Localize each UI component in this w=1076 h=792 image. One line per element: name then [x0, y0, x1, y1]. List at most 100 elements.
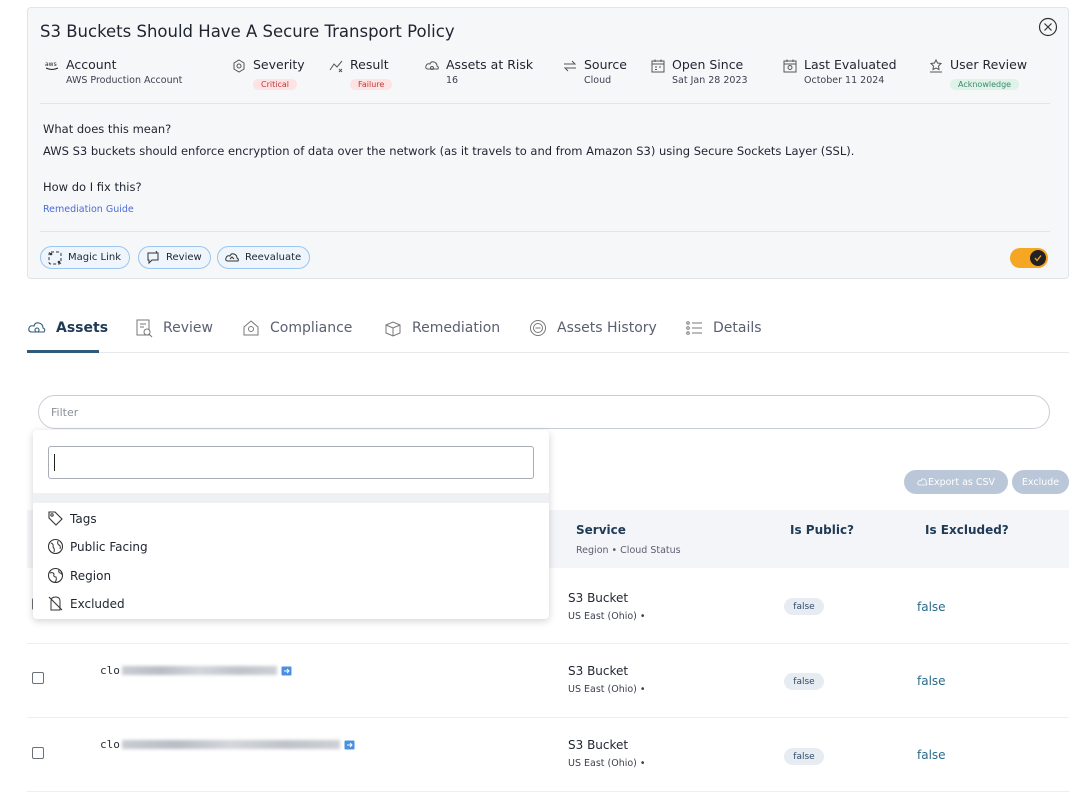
review-label: Review [166, 252, 202, 263]
tab-details-label: Details [713, 320, 762, 336]
meta-open-since-value: Sat Jan 28 2023 [672, 75, 748, 86]
source-icon [563, 60, 577, 72]
meta-user-review: User Review Acknowledge [928, 58, 1027, 91]
row-asset-name[interactable]: clo [100, 738, 355, 751]
remediation-guide-link[interactable]: Remediation Guide [43, 204, 134, 215]
reevaluate-button[interactable]: Reevaluate [217, 246, 311, 269]
user-review-icon [929, 58, 943, 73]
tab-compliance[interactable]: Compliance [241, 316, 352, 340]
result-icon [329, 60, 343, 73]
tab-bar: Assets Review Compliance Remediation Ass… [27, 316, 1069, 353]
header-is-public[interactable]: Is Public? [790, 523, 854, 537]
globe-icon [47, 538, 64, 555]
export-csv-button[interactable]: Export as CSV [904, 470, 1008, 494]
row-checkbox[interactable] [32, 747, 44, 759]
region-globe-icon [47, 567, 64, 584]
magic-link-icon [48, 251, 62, 264]
text-caret [54, 454, 55, 471]
divider [40, 103, 1050, 104]
remediation-icon [385, 321, 401, 337]
meta-last-evaluated-label: Last Evaluated [804, 57, 897, 72]
tab-remediation[interactable]: Remediation [383, 316, 500, 340]
list-icon [686, 321, 702, 335]
meta-last-evaluated-value: October 11 2024 [804, 75, 885, 86]
row-region: US East (Ohio) • [568, 758, 646, 769]
assets-icon [28, 322, 46, 333]
review-button[interactable]: Review [138, 246, 211, 269]
dropdown-item-tags[interactable]: Tags [47, 510, 97, 527]
question-how-do-i-fix: How do I fix this? [43, 180, 142, 194]
row-is-public-badge: false [784, 598, 824, 615]
meta-open-since-label: Open Since [672, 57, 744, 72]
history-icon [530, 320, 546, 336]
dropdown-item-region[interactable]: Region [47, 567, 111, 584]
meta-last-evaluated: Last Evaluated October 11 2024 [782, 58, 897, 87]
row-service: S3 Bucket [568, 591, 629, 605]
meta-user-review-label: User Review [950, 57, 1028, 72]
severity-badge: Critical [253, 79, 297, 90]
row-asset-name-prefix: clo [100, 738, 120, 751]
external-link-icon[interactable] [344, 740, 355, 750]
meta-result: Result Failure [328, 57, 393, 91]
result-badge: Failure [350, 79, 393, 90]
divider [40, 231, 1050, 232]
external-link-icon[interactable] [281, 666, 292, 676]
calendar-icon [651, 59, 665, 73]
tab-details[interactable]: Details [684, 316, 762, 340]
dropdown-item-label: Public Facing [70, 539, 148, 554]
exclude-button[interactable]: Exclude [1012, 470, 1069, 494]
tab-assets-history-label: Assets History [557, 320, 657, 336]
tab-assets[interactable]: Assets [27, 316, 108, 340]
reevaluate-label: Reevaluate [245, 252, 302, 263]
dropdown-item-public-facing[interactable]: Public Facing [47, 538, 148, 555]
tab-compliance-label: Compliance [270, 320, 353, 336]
close-icon[interactable] [1038, 17, 1058, 37]
cloud-upload-icon [917, 478, 928, 486]
aws-icon: aws [45, 61, 59, 70]
meta-account-label: Account [66, 57, 117, 72]
dropdown-separator [33, 493, 549, 503]
meta-result-label: Result [350, 57, 389, 72]
dropdown-item-label: Tags [70, 511, 97, 526]
reevaluate-icon [225, 252, 239, 261]
row-asset-name[interactable]: clo [100, 664, 292, 677]
filter-input[interactable]: Filter [38, 395, 1050, 429]
magic-link-button[interactable]: Magic Link [40, 246, 131, 269]
row-region: US East (Ohio) • [568, 611, 646, 622]
header-service-sub: Region • Cloud Status [576, 545, 681, 556]
tab-review-label: Review [163, 320, 213, 336]
check-icon [1034, 255, 1042, 262]
table-row[interactable]: clo S3 Bucket US East (Ohio) • false fal… [27, 718, 1069, 792]
calendar-search-icon [783, 59, 797, 73]
severity-icon [233, 59, 245, 73]
meta-source-label: Source [584, 57, 627, 72]
row-is-public-badge: false [784, 748, 824, 765]
toggle-knob [1030, 250, 1046, 266]
tab-assets-history[interactable]: Assets History [528, 316, 657, 340]
cloud-icon [425, 61, 439, 70]
header-service[interactable]: Service [576, 523, 626, 537]
meta-assets-at-risk: Assets at Risk 16 [424, 58, 533, 87]
review-document-icon [136, 319, 153, 338]
svg-text:aws: aws [45, 61, 57, 68]
table-row[interactable]: clo S3 Bucket US East (Ohio) • false fal… [27, 644, 1069, 718]
redacted-text [121, 666, 277, 675]
compliance-icon [243, 320, 259, 336]
header-is-excluded[interactable]: Is Excluded? [925, 523, 1009, 537]
meta-account-value: AWS Production Account [66, 75, 183, 86]
export-csv-label: Export as CSV [927, 476, 996, 488]
filter-dropdown-search-input[interactable] [48, 446, 534, 479]
status-toggle[interactable] [1010, 248, 1048, 268]
row-region: US East (Ohio) • [568, 684, 646, 695]
row-is-public-badge: false [784, 673, 824, 690]
meta-account: aws Account AWS Production Account [44, 58, 182, 87]
row-asset-name-prefix: clo [100, 664, 120, 677]
row-checkbox[interactable] [32, 672, 44, 684]
excluded-icon [48, 596, 63, 611]
tab-review[interactable]: Review [134, 316, 213, 340]
meta-severity-label: Severity [253, 57, 305, 72]
row-service: S3 Bucket [568, 664, 629, 678]
dropdown-item-excluded[interactable]: Excluded [47, 595, 125, 612]
question-what-does-this-mean: What does this mean? [43, 122, 172, 136]
tab-assets-label: Assets [56, 320, 109, 336]
